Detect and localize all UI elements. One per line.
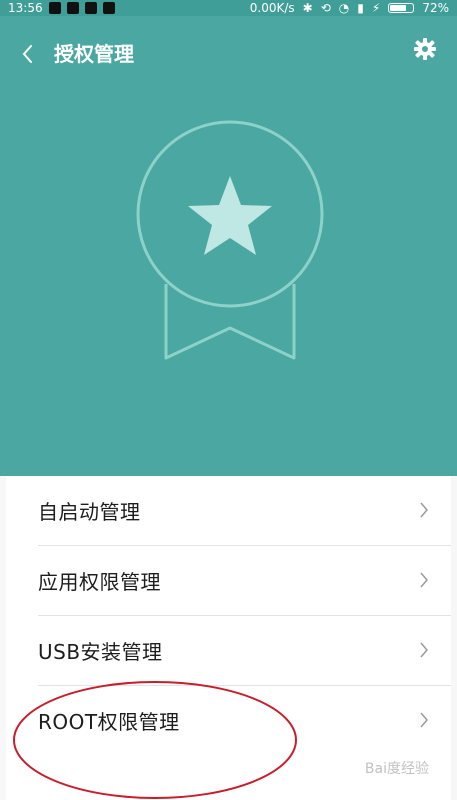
bluetooth-icon: ✱ — [302, 1, 313, 15]
charging-icon: ⚡ — [371, 1, 381, 15]
status-right: 0.00K/s ✱ ⟲ ◔ ▮ ⚡ 72% — [250, 0, 449, 16]
red-circle-annotation — [13, 681, 297, 799]
chevron-right-icon — [420, 502, 428, 518]
notification-icon — [84, 2, 97, 14]
star-ribbon-badge-icon — [136, 120, 324, 360]
list-item-label: USB安装管理 — [38, 640, 163, 664]
sync-icon: ⟲ — [320, 1, 331, 15]
settings-button[interactable] — [413, 37, 437, 61]
list-item-label: 应用权限管理 — [38, 570, 161, 594]
back-button[interactable] — [18, 44, 38, 64]
signal-icon: ▮ — [357, 1, 364, 15]
battery-percent: 72% — [422, 1, 449, 15]
status-bar: 13:56 0.00K/s ✱ ⟲ ◔ ▮ ⚡ 72% — [0, 0, 457, 16]
battery-icon — [388, 3, 415, 13]
wifi-icon: ◔ — [338, 1, 350, 15]
list-item-autostart[interactable]: 自启动管理 — [6, 476, 451, 546]
list-item-app-permissions[interactable]: 应用权限管理 — [6, 546, 451, 616]
notification-icon — [66, 2, 79, 14]
gear-icon — [414, 38, 436, 60]
chevron-right-icon — [420, 572, 428, 588]
watermark: Bai度经验 — [364, 761, 429, 777]
network-speed: 0.00K/s — [249, 1, 295, 15]
app-screen: 13:56 0.00K/s ✱ ⟲ ◔ ▮ ⚡ 72% 授权管理 自启动管理 应… — [0, 0, 457, 800]
battery-fill — [390, 5, 407, 11]
page-title: 授权管理 — [54, 42, 134, 66]
list-item-label: 自启动管理 — [38, 500, 141, 524]
status-left: 13:56 — [8, 0, 115, 16]
back-chevron-icon — [22, 45, 32, 63]
chevron-right-icon — [420, 642, 428, 658]
status-time: 13:56 — [8, 1, 43, 15]
notification-icon — [48, 2, 61, 14]
notification-icon — [102, 2, 115, 14]
header-hero: 授权管理 — [0, 16, 457, 476]
chevron-right-icon — [420, 712, 428, 728]
